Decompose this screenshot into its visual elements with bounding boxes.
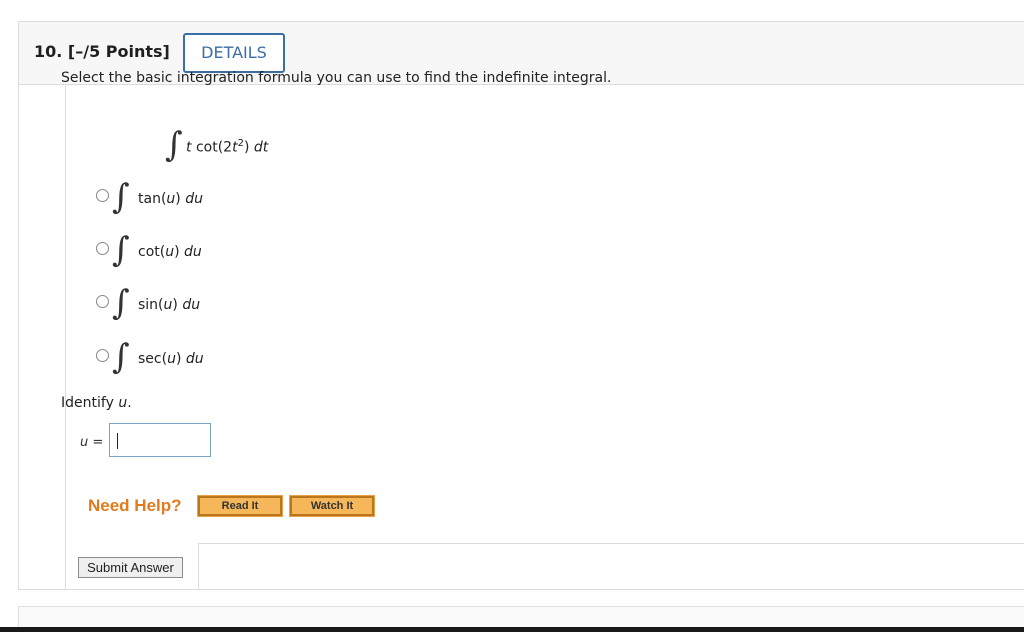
details-button[interactable]: DETAILS <box>183 33 285 73</box>
radio-button[interactable] <box>96 349 109 362</box>
u-answer-input[interactable] <box>109 423 211 457</box>
next-question-card <box>18 606 1024 629</box>
identify-label: Identify u. <box>61 395 132 411</box>
watch-it-button[interactable]: Watch It <box>289 495 375 517</box>
option-expression: sec(u) du <box>138 351 204 367</box>
option-expression: tan(u) du <box>138 191 203 207</box>
option-sec[interactable]: ∫ sec(u) du <box>96 340 296 380</box>
integral-sign: ∫ <box>112 230 130 270</box>
radio-button[interactable] <box>96 242 109 255</box>
submit-area <box>198 543 1024 589</box>
integral-sign: ∫ <box>112 177 130 217</box>
integral-sign: ∫ <box>165 125 183 165</box>
option-tan[interactable]: ∫ tan(u) du <box>96 180 296 220</box>
radio-button[interactable] <box>96 189 109 202</box>
question-number: 10. [–/5 Points] <box>34 42 170 61</box>
main-integrand: t cot(2t2) dt <box>186 138 269 156</box>
need-help-label: Need Help? <box>88 496 182 515</box>
question-prompt: Select the basic integration formula you… <box>61 70 612 86</box>
option-cot[interactable]: ∫ cot(u) du <box>96 233 296 273</box>
radio-button[interactable] <box>96 295 109 308</box>
option-expression: cot(u) du <box>138 244 202 260</box>
read-it-button[interactable]: Read It <box>197 495 283 517</box>
integral-sign: ∫ <box>112 283 130 323</box>
integral-sign: ∫ <box>112 337 130 377</box>
submit-answer-button[interactable]: Submit Answer <box>78 557 183 578</box>
u-label: u = <box>80 435 104 450</box>
option-sin[interactable]: ∫ sin(u) du <box>96 286 296 326</box>
bottom-bar <box>0 627 1024 632</box>
text-caret <box>117 433 118 449</box>
option-expression: sin(u) du <box>138 297 201 313</box>
